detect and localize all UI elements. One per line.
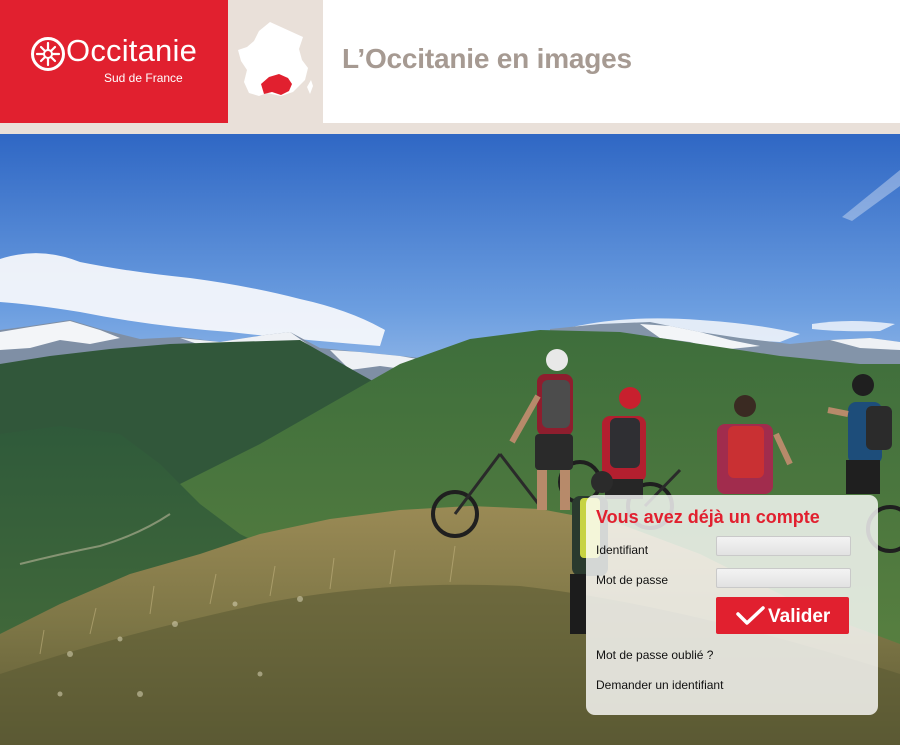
login-panel: Vous avez déjà un compte Identifiant Mot… <box>586 495 878 715</box>
password-label: Mot de passe <box>596 573 669 587</box>
username-label: Identifiant <box>596 543 649 557</box>
forgot-password-link[interactable]: Mot de passe oublié ? <box>596 648 713 662</box>
header-divider <box>0 123 900 134</box>
france-map-panel <box>228 0 323 123</box>
logo-subtitle: Sud de France <box>104 71 183 85</box>
occitan-cross-icon <box>31 37 65 71</box>
logo-wordmark: Occitanie <box>66 33 198 68</box>
france-map-icon <box>238 22 313 96</box>
occitanie-logo-link[interactable]: Occitanie Sud de France <box>0 0 228 123</box>
checkmark-icon <box>736 606 765 625</box>
username-input[interactable] <box>716 536 851 556</box>
request-identifier-link[interactable]: Demander un identifiant <box>596 678 723 692</box>
submit-button[interactable]: Valider <box>716 597 849 634</box>
password-input[interactable] <box>716 568 851 588</box>
submit-button-label: Valider <box>768 606 831 627</box>
login-title: Vous avez déjà un compte <box>596 507 820 527</box>
site-header: Occitanie Sud de France L’Occitanie en i… <box>0 0 900 123</box>
site-title: L’Occitanie en images <box>342 43 632 74</box>
